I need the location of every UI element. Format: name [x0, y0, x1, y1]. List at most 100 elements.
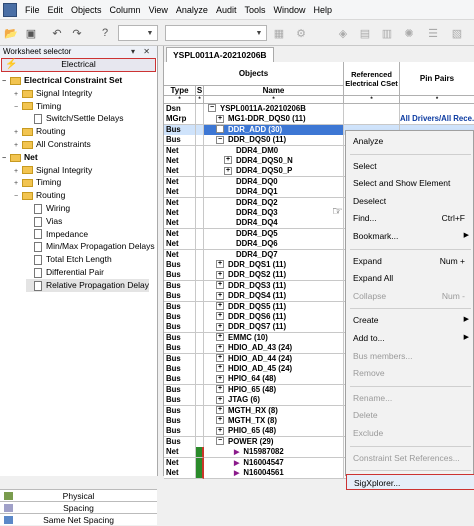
cell-s[interactable] [196, 447, 204, 459]
menu-item-bookmark[interactable]: Bookmark... ▶ [346, 228, 474, 244]
menu-item-expand[interactable]: Expand Num + [346, 253, 474, 269]
cell-type[interactable]: Bus [164, 135, 196, 147]
cell-type[interactable]: Dsn [164, 104, 196, 115]
expand-icon[interactable]: + [216, 395, 224, 404]
cell-name[interactable]: + DDR_DQS5 (11) [204, 301, 344, 313]
cell-type[interactable]: Bus [164, 260, 196, 271]
tree-item[interactable]: Min/Max Propagation Delays [26, 240, 155, 253]
expand-icon[interactable]: + [224, 156, 232, 165]
cell-name[interactable]: + EMMC (10) [204, 332, 344, 344]
cell-type[interactable]: Bus [164, 291, 196, 303]
cell-type[interactable]: Bus [164, 301, 196, 313]
cell-name[interactable]: + PHIO_65 (48) [204, 426, 344, 438]
menu-window[interactable]: Window [269, 0, 309, 20]
cell-name[interactable]: DDR4_DQ6 [204, 239, 344, 251]
cell-s[interactable] [196, 270, 204, 282]
header-name[interactable]: Name [204, 86, 344, 96]
cell-name[interactable]: + JTAG (6) [204, 395, 344, 407]
cell-s[interactable] [196, 166, 204, 178]
tree-item[interactable]: + Signal Integrity [14, 164, 92, 177]
cell-s[interactable] [196, 374, 204, 386]
menu-item-analyze[interactable]: Analyze [346, 133, 474, 149]
cell-name[interactable]: + MGTH_TX (8) [204, 416, 344, 427]
cell-s[interactable] [196, 395, 204, 407]
header-s[interactable]: S [196, 86, 204, 96]
tree-item[interactable]: Switch/Settle Delays [26, 112, 123, 125]
undo-icon[interactable]: ↶ [48, 24, 66, 42]
cell-type[interactable]: Bus [164, 270, 196, 282]
sun-icon[interactable]: ✺ [400, 24, 418, 42]
cell-s[interactable] [196, 457, 204, 469]
cell-name[interactable]: ▶ N15987082 [204, 447, 344, 459]
list-icon[interactable]: ☰ [424, 24, 442, 42]
settings-icon[interactable]: ⚙ [292, 24, 310, 42]
cell-type[interactable]: Bus [164, 353, 196, 365]
cell-s[interactable] [196, 291, 204, 303]
cell-type[interactable]: Net [164, 218, 196, 230]
cell-s[interactable] [196, 364, 204, 375]
expand-icon[interactable]: + [216, 364, 224, 373]
cell-type[interactable]: Net [164, 187, 196, 199]
cell-type[interactable]: Net [164, 156, 196, 167]
tree-item[interactable]: − Net [2, 151, 38, 164]
cell-type[interactable]: Bus [164, 384, 196, 396]
cell-name[interactable]: DDR4_DQ2 [204, 197, 344, 209]
cell-type[interactable]: Bus [164, 322, 196, 334]
cell-name[interactable]: + MG1-DDR_DQS0 (11) [204, 114, 344, 126]
cell-pin-pairs[interactable]: All Drivers/All Rece... [400, 114, 474, 126]
cell-name[interactable]: + HDIO_AD_45 (24) [204, 364, 344, 375]
menu-file[interactable]: File [21, 0, 44, 20]
cell-name[interactable]: − DDR_DQS0 (11) [204, 135, 344, 147]
menu-item-find[interactable]: Find... Ctrl+F [346, 210, 474, 226]
cell-s[interactable] [196, 135, 204, 147]
cell-s[interactable] [196, 156, 204, 167]
cell-name[interactable]: ▶ N16004547 [204, 457, 344, 469]
cell-s[interactable] [196, 280, 204, 292]
tree-item[interactable]: Differential Pair [26, 266, 104, 279]
open-folder-icon[interactable]: 📂 [2, 24, 20, 42]
cell-type[interactable]: Net [164, 208, 196, 219]
menu-objects[interactable]: Objects [67, 0, 106, 20]
layers-icon[interactable]: ▧ [448, 24, 466, 42]
cell-s[interactable] [196, 114, 204, 126]
menu-item-rename[interactable]: Rename... [346, 390, 474, 406]
tab-physical[interactable]: Physical [0, 489, 157, 501]
expand-icon[interactable]: + [216, 374, 224, 383]
filter-cset[interactable]: * [344, 96, 400, 104]
expand-icon[interactable]: + [224, 166, 232, 175]
cell-type[interactable]: Bus [164, 364, 196, 375]
tree-item[interactable]: − Routing [14, 189, 65, 202]
tab-spacing[interactable]: Spacing [0, 501, 157, 513]
cell-name[interactable]: DDR4_DQ3 [204, 208, 344, 219]
menu-item-add-to[interactable]: Add to... ▶ [346, 330, 474, 346]
cell-name[interactable]: DDR4_DQ7 [204, 249, 344, 261]
cell-s[interactable] [196, 104, 204, 115]
cell-type[interactable]: Bus [164, 124, 196, 136]
cell-name[interactable]: − YSPL0011A-20210206B [204, 104, 344, 115]
cell-name[interactable]: + DDR_DQS2 (11) [204, 270, 344, 282]
cell-name[interactable]: + DDR_ADD (30) [204, 124, 344, 136]
cell-cset[interactable] [344, 104, 400, 115]
tree-item[interactable]: − Timing [14, 100, 61, 113]
worksheet-tab[interactable]: YSPL0011A-20210206B [166, 47, 274, 62]
expand-icon[interactable]: + [216, 312, 224, 321]
cell-type[interactable]: Net [164, 176, 196, 188]
cell-type[interactable]: Bus [164, 395, 196, 407]
redo-icon[interactable]: ↷ [68, 24, 86, 42]
cell-s[interactable] [196, 208, 204, 219]
cell-s[interactable] [196, 187, 204, 199]
cell-cset[interactable] [344, 114, 400, 126]
cell-type[interactable]: Net [164, 249, 196, 261]
cell-name[interactable]: DDR4_DQ1 [204, 187, 344, 199]
cell-type[interactable]: Bus [164, 280, 196, 292]
cell-type[interactable]: Net [164, 145, 196, 157]
tree-item[interactable]: + Signal Integrity [14, 87, 92, 100]
filter-type[interactable]: * [164, 96, 196, 104]
collapse-icon[interactable]: − [2, 152, 10, 165]
collapse-icon[interactable]: − [14, 101, 22, 114]
expand-icon[interactable]: + [216, 125, 224, 134]
cell-type[interactable]: Net [164, 239, 196, 251]
header-objects[interactable]: Objects [164, 62, 344, 86]
table-row[interactable]: MGrp + MG1-DDR_DQS0 (11) All Drivers/All Re… [164, 114, 474, 126]
cell-name[interactable]: + DDR_DQS1 (11) [204, 260, 344, 271]
